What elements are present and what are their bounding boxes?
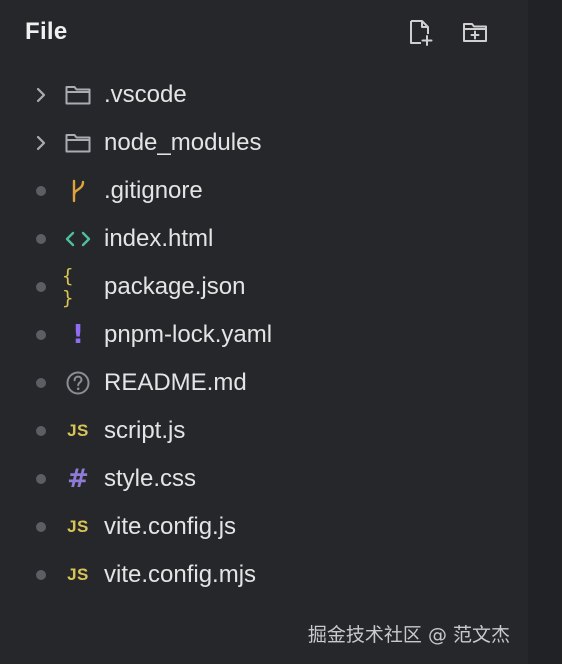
chevron-right-icon[interactable] bbox=[30, 119, 52, 167]
js-icon: JS bbox=[67, 421, 89, 440]
tree-item-label: package.json bbox=[104, 273, 246, 300]
git-branch-icon bbox=[62, 167, 94, 215]
js-icon: JS bbox=[67, 517, 89, 536]
tree-item-label: script.js bbox=[104, 417, 186, 444]
tree-item-label: index.html bbox=[104, 225, 214, 252]
tree-item-vite-config-js[interactable]: JS vite.config.js bbox=[0, 503, 528, 551]
json-braces-icon: { } bbox=[62, 265, 75, 309]
tree-item-pnpm-lock[interactable]: ! pnpm-lock.yaml bbox=[0, 311, 528, 359]
new-file-button[interactable] bbox=[406, 18, 434, 46]
exclamation-icon: ! bbox=[72, 320, 84, 350]
tree-item-label: style.css bbox=[104, 465, 197, 492]
tree-item-readme[interactable]: README.md bbox=[0, 359, 528, 407]
tree-item-label: vite.config.mjs bbox=[104, 561, 257, 588]
tree-item-label: pnpm-lock.yaml bbox=[104, 321, 273, 348]
tree-item-index-html[interactable]: index.html bbox=[0, 215, 528, 263]
file-tree: .vscode node_modules .gitignore index.ht… bbox=[0, 71, 528, 599]
tree-item-script-js[interactable]: JS script.js bbox=[0, 407, 528, 455]
bullet-dot bbox=[30, 551, 52, 599]
tree-item-label: .vscode bbox=[104, 81, 187, 108]
bullet-dot bbox=[30, 263, 52, 311]
tree-item-vite-config-mjs[interactable]: JS vite.config.mjs bbox=[0, 551, 528, 599]
folder-icon bbox=[62, 71, 94, 119]
tree-item-style-css[interactable]: # style.css bbox=[0, 455, 528, 503]
tree-item-vscode[interactable]: .vscode bbox=[0, 71, 528, 119]
folder-icon bbox=[62, 119, 94, 167]
explorer-title: File bbox=[25, 18, 68, 45]
chevron-right-icon[interactable] bbox=[30, 71, 52, 119]
file-explorer-panel: File .vscode node_modules .gitignore ind… bbox=[0, 0, 528, 664]
tree-item-label: .gitignore bbox=[104, 177, 203, 204]
js-icon: JS bbox=[67, 565, 89, 584]
bullet-dot bbox=[30, 503, 52, 551]
tree-item-package-json[interactable]: { } package.json bbox=[0, 263, 528, 311]
tree-item-gitignore[interactable]: .gitignore bbox=[0, 167, 528, 215]
tree-item-label: node_modules bbox=[104, 129, 262, 156]
tree-item-node-modules[interactable]: node_modules bbox=[0, 119, 528, 167]
watermark-text: 掘金技术社区 @ 范文杰 bbox=[307, 624, 510, 646]
bullet-dot bbox=[30, 407, 52, 455]
code-brackets-icon bbox=[62, 215, 94, 263]
tree-item-label: README.md bbox=[104, 369, 247, 396]
bullet-dot bbox=[30, 167, 52, 215]
bullet-dot bbox=[30, 311, 52, 359]
adjacent-pane-edge bbox=[528, 0, 562, 664]
tree-item-label: vite.config.js bbox=[104, 513, 237, 540]
hash-icon: # bbox=[67, 464, 89, 494]
explorer-header: File bbox=[0, 0, 528, 66]
new-file-icon bbox=[410, 20, 433, 46]
bullet-dot bbox=[30, 215, 52, 263]
bullet-dot bbox=[30, 359, 52, 407]
question-circle-icon bbox=[62, 359, 94, 407]
new-folder-button[interactable] bbox=[461, 18, 489, 46]
new-folder-icon bbox=[463, 23, 487, 42]
bullet-dot bbox=[30, 455, 52, 503]
